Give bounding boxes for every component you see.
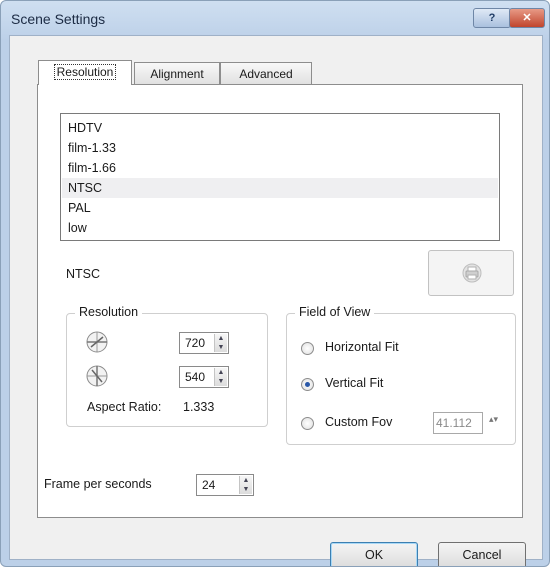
spin-down-icon[interactable]: ▼ xyxy=(218,344,225,351)
resolution-group-legend: Resolution xyxy=(75,305,143,319)
tab-resolution[interactable]: Resolution xyxy=(38,60,132,85)
close-button[interactable]: ✕ xyxy=(509,8,545,28)
height-value: 540 xyxy=(185,370,206,384)
resolution-tab-panel: HDTV film-1.33 film-1.66 NTSC PAL low NT… xyxy=(37,84,523,518)
tab-resolution-label: Resolution xyxy=(53,64,117,80)
frame-rate-spin-arrows[interactable]: ▲ ▼ xyxy=(239,476,252,494)
horizontal-dial-icon xyxy=(86,331,108,353)
resolution-group: Resolution 720 ▲ ▼ 540 ▲ ▼ Aspect Ratio:… xyxy=(66,305,268,427)
title-bar[interactable]: Scene Settings ? ✕ xyxy=(1,1,549,35)
aspect-ratio-label: Aspect Ratio: xyxy=(87,400,162,414)
cancel-button[interactable]: Cancel xyxy=(438,542,526,566)
custom-fov-label[interactable]: Custom Fov xyxy=(325,415,392,429)
fov-group-legend: Field of View xyxy=(295,305,375,319)
dialog-body: Resolution Alignment Advanced HDTV film-… xyxy=(9,35,543,566)
custom-fov-input[interactable]: 41.112 xyxy=(433,412,483,434)
dialog-title: Scene Settings xyxy=(11,11,106,27)
list-item-ntsc[interactable]: NTSC xyxy=(62,178,498,198)
tab-advanced[interactable]: Advanced xyxy=(220,62,312,84)
height-spinbox[interactable]: 540 ▲ ▼ xyxy=(179,366,229,388)
vertical-fit-label[interactable]: Vertical Fit xyxy=(325,376,383,390)
horizontal-fit-radio[interactable] xyxy=(301,342,314,355)
printer-icon xyxy=(462,263,482,283)
spin-up-icon[interactable]: ▲ xyxy=(218,335,225,342)
vertical-fit-radio[interactable] xyxy=(301,378,314,391)
help-button[interactable]: ? xyxy=(473,8,511,28)
custom-fov-radio[interactable] xyxy=(301,417,314,430)
width-value: 720 xyxy=(185,336,206,350)
list-item-film-1-33[interactable]: film-1.33 xyxy=(62,138,498,158)
list-item-film-1-66[interactable]: film-1.66 xyxy=(62,158,498,178)
width-spin-arrows[interactable]: ▲ ▼ xyxy=(214,334,227,352)
frame-rate-label: Frame per seconds xyxy=(44,477,152,491)
aspect-ratio-value: 1.333 xyxy=(183,400,215,414)
custom-fov-spin-arrows[interactable]: ▴▾ xyxy=(489,415,498,424)
horizontal-fit-label[interactable]: Horizontal Fit xyxy=(325,340,399,354)
spin-up-icon[interactable]: ▲ xyxy=(243,477,250,484)
scene-settings-dialog: Scene Settings ? ✕ Resolution Alignment … xyxy=(0,0,550,567)
ok-button[interactable]: OK xyxy=(330,542,418,566)
tab-alignment[interactable]: Alignment xyxy=(134,62,220,84)
field-of-view-group: Field of View Horizontal Fit Vertical Fi… xyxy=(286,305,516,445)
frame-rate-value: 24 xyxy=(202,478,216,492)
list-item-low[interactable]: low xyxy=(62,218,498,238)
preset-list[interactable]: HDTV film-1.33 film-1.66 NTSC PAL low xyxy=(60,113,500,241)
spin-down-icon[interactable]: ▼ xyxy=(243,486,250,493)
spin-down-icon[interactable]: ▼ xyxy=(218,378,225,385)
list-item-hdtv[interactable]: HDTV xyxy=(62,118,498,138)
width-spinbox[interactable]: 720 ▲ ▼ xyxy=(179,332,229,354)
height-spin-arrows[interactable]: ▲ ▼ xyxy=(214,368,227,386)
list-item-pal[interactable]: PAL xyxy=(62,198,498,218)
spin-up-icon[interactable]: ▲ xyxy=(218,369,225,376)
vertical-dial-icon xyxy=(86,365,108,387)
render-preview-button[interactable] xyxy=(428,250,514,296)
frame-rate-spinbox[interactable]: 24 ▲ ▼ xyxy=(196,474,254,496)
selected-preset-name: NTSC xyxy=(66,267,101,281)
